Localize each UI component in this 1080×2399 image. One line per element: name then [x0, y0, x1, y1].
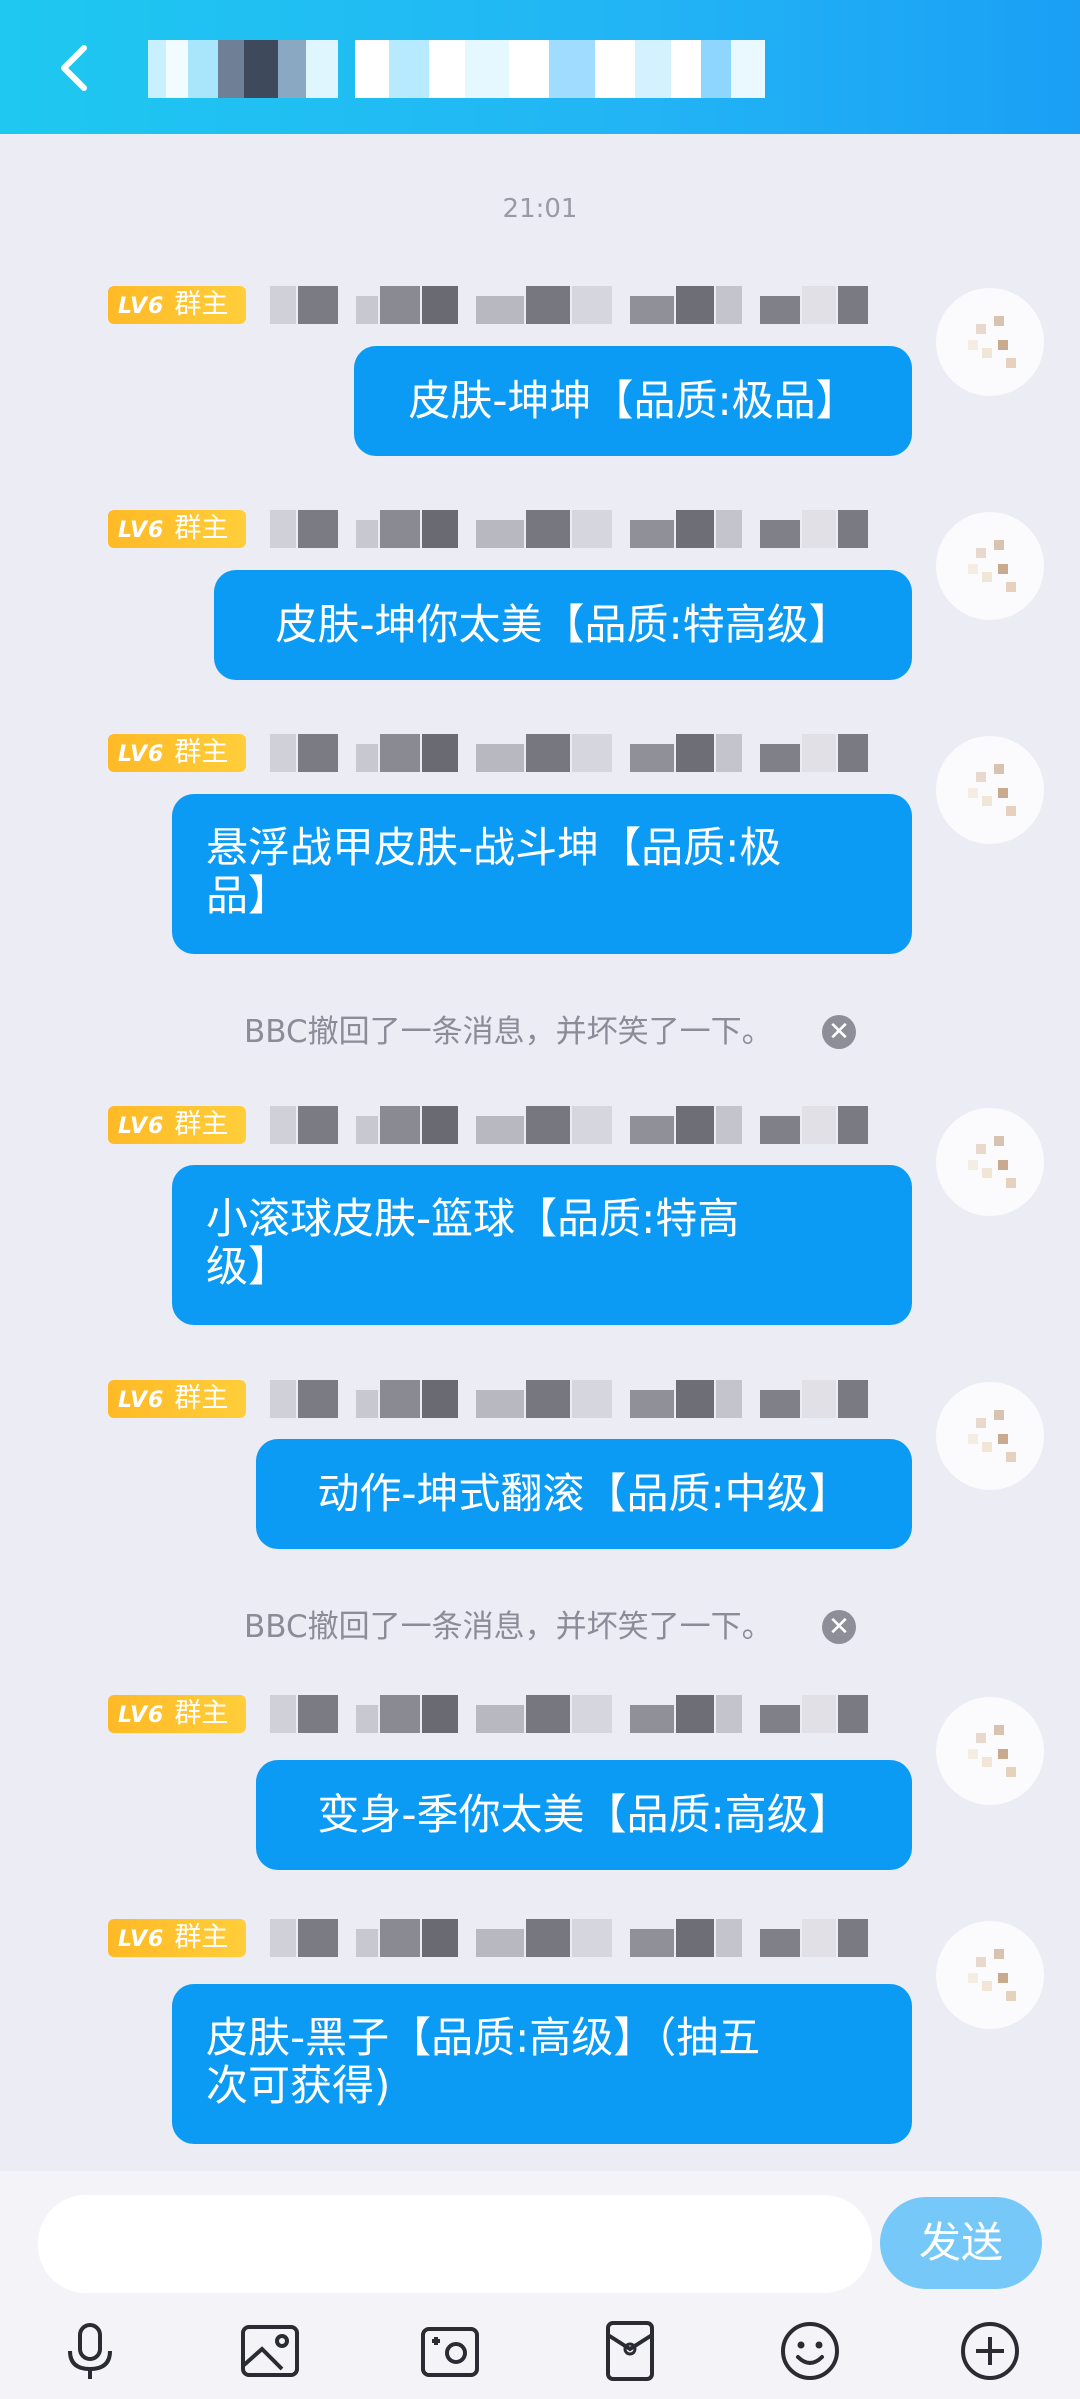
message-bubble[interactable]: 小滚球皮肤-篮球【品质:特高 级】: [172, 1165, 912, 1325]
message-bubble[interactable]: 皮肤-黑子【品质:高级】（抽五 次可获得): [172, 1984, 912, 2144]
recall-notice: BBC撤回了一条消息，并坏笑了一下。 ✕: [0, 1605, 1080, 1649]
sender-nickname-blurred: [270, 1695, 890, 1733]
member-badge: LV6 群主: [108, 1106, 246, 1144]
member-badge: LV6 群主: [108, 510, 246, 548]
sender-nickname-blurred: [270, 1919, 890, 1957]
send-button[interactable]: 发送: [880, 2197, 1042, 2289]
sender-nickname-blurred: [270, 1380, 890, 1418]
red-packet-icon[interactable]: [598, 2319, 662, 2383]
recall-notice-text: BBC撤回了一条消息，并坏笑了一下。: [244, 1014, 773, 1050]
message-input[interactable]: [38, 2195, 872, 2293]
avatar[interactable]: [936, 1108, 1044, 1216]
chevron-left-icon[interactable]: [48, 38, 104, 98]
avatar[interactable]: [936, 1921, 1044, 2029]
member-badge: LV6 群主: [108, 734, 246, 772]
sender-nickname-blurred: [270, 1106, 890, 1144]
timestamp: 21:01: [502, 194, 578, 224]
sender-nickname-blurred: [270, 286, 890, 324]
chat-title-blurred-part-2: [355, 40, 765, 98]
title-bar: [0, 0, 1080, 134]
message-bubble[interactable]: 皮肤-坤坤【品质:极品】: [354, 346, 912, 456]
toolbar: [0, 2311, 1080, 2391]
input-bar: 发送: [0, 2171, 1080, 2399]
image-icon[interactable]: [238, 2319, 302, 2383]
message-bubble[interactable]: 皮肤-坤你太美【品质:特高级】: [214, 570, 912, 680]
avatar[interactable]: [936, 1382, 1044, 1490]
message-bubble[interactable]: 动作-坤式翻滚【品质:中级】: [256, 1439, 912, 1549]
close-icon[interactable]: ✕: [822, 1610, 856, 1644]
avatar[interactable]: [936, 512, 1044, 620]
avatar[interactable]: [936, 288, 1044, 396]
member-badge: LV6 群主: [108, 1695, 246, 1733]
message-bubble[interactable]: 变身-季你太美【品质:高级】: [256, 1760, 912, 1870]
plus-icon[interactable]: [958, 2319, 1022, 2383]
sender-nickname-blurred: [270, 734, 890, 772]
chat-area[interactable]: 21:01 LV6 群主 皮肤-坤坤【品质:极品】 LV6 群主 皮肤-坤你太美【品质:特…: [0, 134, 1080, 2171]
close-icon[interactable]: ✕: [822, 1015, 856, 1049]
camera-icon[interactable]: [418, 2319, 482, 2383]
emoji-icon[interactable]: [778, 2319, 842, 2383]
sender-nickname-blurred: [270, 510, 890, 548]
avatar[interactable]: [936, 736, 1044, 844]
avatar[interactable]: [936, 1697, 1044, 1805]
member-badge: LV6 群主: [108, 1919, 246, 1957]
member-badge: LV6 群主: [108, 286, 246, 324]
recall-notice: BBC撤回了一条消息，并坏笑了一下。 ✕: [0, 1010, 1080, 1054]
recall-notice-text: BBC撤回了一条消息，并坏笑了一下。: [244, 1609, 773, 1645]
message-bubble[interactable]: 悬浮战甲皮肤-战斗坤【品质:极 品】: [172, 794, 912, 954]
microphone-icon[interactable]: [58, 2319, 122, 2383]
member-badge: LV6 群主: [108, 1380, 246, 1418]
chat-title-blurred-part-1: [148, 40, 338, 98]
